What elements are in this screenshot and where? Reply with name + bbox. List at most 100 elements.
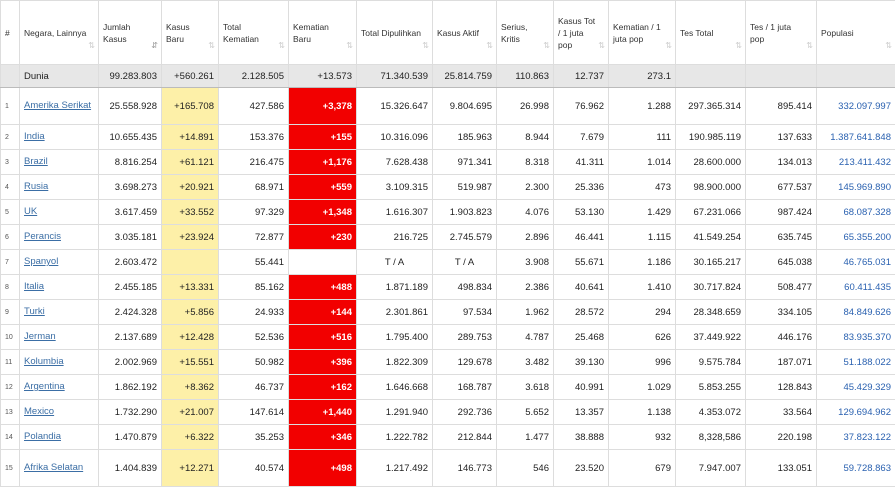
column-header-label: Total Kematian <box>223 21 259 44</box>
country-link[interactable]: Jerman <box>24 331 56 343</box>
cell-total-cases: 3.617.459 <box>98 199 162 225</box>
cell-new-cases: +5.856 <box>161 299 219 325</box>
cell-rank: 9 <box>0 299 20 325</box>
cell-new-cases: +33.552 <box>161 199 219 225</box>
cell-deaths-per-million: 932 <box>608 424 676 450</box>
cell-total-cases: 2.424.328 <box>98 299 162 325</box>
country-link[interactable]: UK <box>24 206 37 218</box>
cell-active-cases: 2.745.579 <box>432 224 497 250</box>
cell-total-cases: 2.137.689 <box>98 324 162 350</box>
cell-active-cases: 168.787 <box>432 374 497 400</box>
cell-tests-per-million: 134.013 <box>745 149 817 175</box>
cell-total-tests: 190.985.119 <box>675 124 746 150</box>
column-header-serious-critical[interactable]: Serius, Kritis ⇅ <box>496 0 554 65</box>
cell-total-deaths: 24.933 <box>218 299 289 325</box>
cell-new-cases: +61.121 <box>161 149 219 175</box>
cell-total-cases: 25.558.928 <box>98 87 162 125</box>
cell-active-cases: 498.834 <box>432 274 497 300</box>
cell-new-deaths: +346 <box>288 424 357 450</box>
column-header-total-cases[interactable]: Jumlah Kasus ⇵ <box>98 0 162 65</box>
column-header-country[interactable]: Negara, Lainnya ⇅ <box>19 0 99 65</box>
column-header-cases-per-million[interactable]: Kasus Tot / 1 juta pop ⇅ <box>553 0 609 65</box>
country-link[interactable]: India <box>24 131 45 143</box>
sort-icon[interactable]: ⇅ <box>665 40 672 52</box>
country-link[interactable]: Spanyol <box>24 256 58 268</box>
column-header-rank[interactable]: # <box>0 0 20 65</box>
cell-new-cases: +20.921 <box>161 174 219 200</box>
country-link[interactable]: Turki <box>24 306 45 318</box>
sort-icon[interactable]: ⇅ <box>486 40 493 52</box>
sort-icon[interactable]: ⇅ <box>735 40 742 52</box>
cell-country: Afrika Selatan <box>19 449 99 487</box>
cell-total-deaths: 52.536 <box>218 324 289 350</box>
country-link[interactable]: Brazil <box>24 156 48 168</box>
cell-new-deaths: +516 <box>288 324 357 350</box>
cell-cases-per-million: 23.520 <box>553 449 609 487</box>
cell-total-deaths: 40.574 <box>218 449 289 487</box>
country-link[interactable]: Kolumbia <box>24 356 64 368</box>
cell-serious-critical: 3.908 <box>496 249 554 275</box>
sort-icon[interactable]: ⇅ <box>598 40 605 52</box>
cell-tests-per-million: 220.198 <box>745 424 817 450</box>
cell-deaths-per-million: 294 <box>608 299 676 325</box>
cell-total-tests <box>675 64 746 88</box>
cell-active-cases: 971.341 <box>432 149 497 175</box>
column-header-total-deaths[interactable]: Total Kematian ⇅ <box>218 0 289 65</box>
country-link[interactable]: Italia <box>24 281 44 293</box>
cell-country: Jerman <box>19 324 99 350</box>
country-link[interactable]: Polandia <box>24 431 61 443</box>
sort-icon[interactable]: ⇅ <box>543 40 550 52</box>
cell-active-cases: 212.844 <box>432 424 497 450</box>
cell-total-tests: 7.947.007 <box>675 449 746 487</box>
cell-rank: 15 <box>0 449 20 487</box>
country-link[interactable]: Mexico <box>24 406 54 418</box>
cell-cases-per-million: 55.671 <box>553 249 609 275</box>
cell-new-deaths: +230 <box>288 224 357 250</box>
country-link[interactable]: Perancis <box>24 231 61 243</box>
table-row: 12 Argentina 1.862.192 +8.362 46.737 +162 1.64… <box>0 374 895 400</box>
sort-icon[interactable]: ⇅ <box>88 40 95 52</box>
country-link[interactable]: Rusia <box>24 181 48 193</box>
cell-new-deaths: +396 <box>288 349 357 375</box>
country-link[interactable]: Amerika Serikat <box>24 100 91 112</box>
column-header-tests-per-million[interactable]: Tes / 1 juta pop ⇅ <box>745 0 817 65</box>
sort-icon[interactable]: ⇅ <box>278 40 285 52</box>
sort-icon[interactable]: ⇵ <box>151 40 158 52</box>
column-header-total-tests[interactable]: Tes Total ⇅ <box>675 0 746 65</box>
cell-population: 45.429.329 <box>816 374 895 400</box>
cell-tests-per-million: 895.414 <box>745 87 817 125</box>
column-header-new-cases[interactable]: Kasus Baru ⇅ <box>161 0 219 65</box>
column-header-deaths-per-million[interactable]: Kematian / 1 juta pop ⇅ <box>608 0 676 65</box>
cell-population: 83.935.370 <box>816 324 895 350</box>
sort-icon[interactable]: ⇅ <box>806 40 813 52</box>
cell-total-recovered: 7.628.438 <box>356 149 433 175</box>
cell-serious-critical: 2.896 <box>496 224 554 250</box>
column-header-new-deaths[interactable]: Kematian Baru ⇅ <box>288 0 357 65</box>
cell-new-deaths: +1,176 <box>288 149 357 175</box>
cell-total-recovered: 1.616.307 <box>356 199 433 225</box>
cell-total-cases: 8.816.254 <box>98 149 162 175</box>
cell-total-cases: 2.002.969 <box>98 349 162 375</box>
country-link[interactable]: Afrika Selatan <box>24 462 83 474</box>
cell-new-deaths: +162 <box>288 374 357 400</box>
cell-total-cases: 2.455.185 <box>98 274 162 300</box>
cell-total-cases: 1.470.879 <box>98 424 162 450</box>
sort-icon[interactable]: ⇅ <box>422 40 429 52</box>
cell-deaths-per-million: 1.429 <box>608 199 676 225</box>
cell-country: Spanyol <box>19 249 99 275</box>
sort-icon[interactable]: ⇅ <box>885 40 892 52</box>
column-header-active-cases[interactable]: Kasus Aktif ⇅ <box>432 0 497 65</box>
cell-active-cases: T / A <box>432 249 497 275</box>
cell-serious-critical: 8.318 <box>496 149 554 175</box>
column-header-total-recovered[interactable]: Total Dipulihkan ⇅ <box>356 0 433 65</box>
cell-cases-per-million: 40.641 <box>553 274 609 300</box>
cell-new-deaths: +144 <box>288 299 357 325</box>
sort-icon[interactable]: ⇅ <box>346 40 353 52</box>
cell-total-cases: 10.655.435 <box>98 124 162 150</box>
cell-serious-critical: 5.652 <box>496 399 554 425</box>
column-header-population[interactable]: Populasi ⇅ <box>816 0 895 65</box>
cell-serious-critical: 2.300 <box>496 174 554 200</box>
sort-icon[interactable]: ⇅ <box>208 40 215 52</box>
country-link[interactable]: Argentina <box>24 381 65 393</box>
cell-total-tests: 30.717.824 <box>675 274 746 300</box>
